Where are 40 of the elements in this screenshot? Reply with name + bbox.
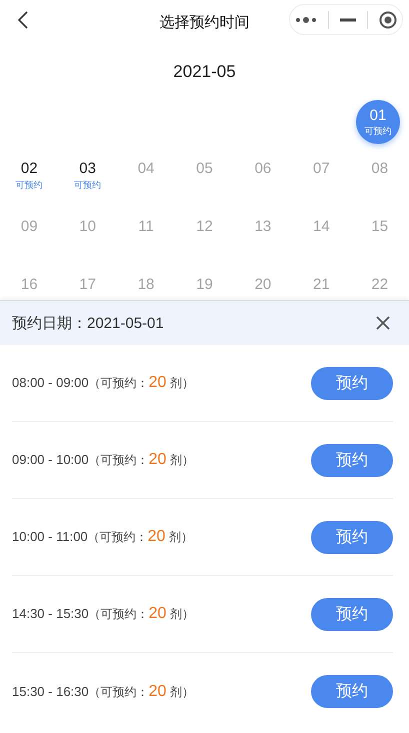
back-icon[interactable] <box>17 10 29 30</box>
time-slot-text: 08:00 - 09:00（可预约：20 剂） <box>12 374 194 392</box>
calendar-day[interactable]: 01 可预约 <box>356 100 400 144</box>
calendar-day[interactable]: 02 可预约 <box>16 160 43 192</box>
calendar-day[interactable]: 08 <box>371 160 388 177</box>
book-button[interactable]: 预约 <box>311 675 393 708</box>
calendar-day[interactable]: 15 <box>371 218 388 235</box>
calendar-day[interactable]: 20 <box>254 276 272 293</box>
calendar-day[interactable]: 16 <box>20 276 38 293</box>
calendar-day[interactable]: 07 <box>313 160 330 177</box>
calendar-day[interactable]: 06 <box>254 160 272 177</box>
calendar-day[interactable]: 22 <box>371 276 388 293</box>
calendar-day[interactable]: 17 <box>79 276 96 293</box>
target-icon[interactable] <box>378 10 397 28</box>
minimize-icon[interactable] <box>340 18 356 22</box>
calendar-day[interactable]: 04 <box>138 160 154 177</box>
selected-date: 预约日期：2021-05-01 <box>12 314 164 332</box>
calendar-day[interactable]: 05 <box>196 160 213 177</box>
book-button[interactable]: 预约 <box>311 366 393 400</box>
calendar-day[interactable]: 18 <box>138 276 154 293</box>
time-slot-text: 10:00 - 11:00（可预约：20 剂） <box>12 528 193 546</box>
calendar-day[interactable]: 11 <box>138 218 154 235</box>
time-slot-text: 09:00 - 10:00（可预约：20 剂） <box>12 451 194 469</box>
calendar-day[interactable]: 09 <box>20 218 38 235</box>
book-button[interactable]: 预约 <box>311 598 393 630</box>
calendar-day[interactable]: 14 <box>313 218 330 235</box>
calendar-day[interactable]: 21 <box>313 276 330 293</box>
book-button[interactable]: 预约 <box>311 520 393 554</box>
close-icon[interactable] <box>376 316 390 330</box>
time-slot-text: 14:30 - 15:30（可预约：20 剂） <box>12 605 194 623</box>
calendar-day[interactable]: 12 <box>196 218 213 235</box>
page-title: 选择预约时间 <box>160 12 250 32</box>
calendar-day[interactable]: 19 <box>196 276 213 293</box>
book-button[interactable]: 预约 <box>311 444 393 476</box>
calendar-day[interactable]: 03 可预约 <box>74 160 102 192</box>
month-label: 2021-05 <box>172 62 237 83</box>
more-icon[interactable] <box>295 16 318 24</box>
calendar-day[interactable]: 13 <box>254 218 272 235</box>
time-slot-text: 15:30 - 16:30（可预约：20 剂） <box>12 682 194 700</box>
calendar-day[interactable]: 10 <box>79 218 96 235</box>
